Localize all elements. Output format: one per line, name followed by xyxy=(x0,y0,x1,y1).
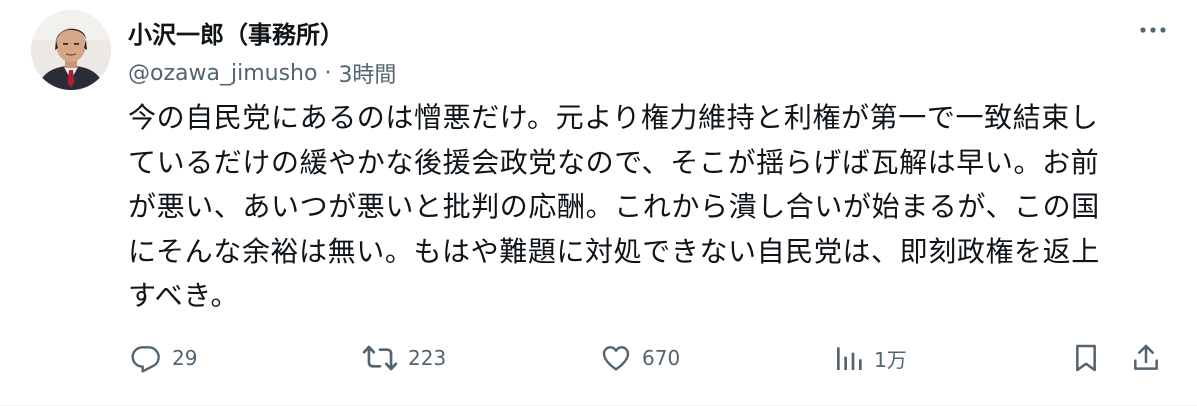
author-display-name[interactable]: 小沢一郎（事務所） xyxy=(128,15,344,50)
reply-button[interactable]: 29 xyxy=(130,336,197,380)
tweet-text-line: にそんな余裕は無い。もはや難題に対処できない自民党は、即刻政権を返上 xyxy=(128,234,1100,268)
views-count: 1万 xyxy=(874,347,907,372)
more-options-button[interactable] xyxy=(1135,16,1171,44)
author-handle[interactable]: @ozawa_jimusho xyxy=(128,61,317,86)
reply-count: 29 xyxy=(172,346,198,370)
tweet-text-line: が悪い、あいつが悪いと批判の応酬。これから潰し合いが始まるが、この国 xyxy=(128,190,1100,223)
retweet-button[interactable]: 223 xyxy=(362,336,446,380)
bookmark-icon xyxy=(1076,344,1096,372)
tweet-card[interactable]: 小沢一郎（事務所） @ozawa_jimusho · 3時間 今の自民党にあるの… xyxy=(0,0,1197,406)
tweet-action-bar: 29 223 670 1万 xyxy=(0,336,1197,380)
share-button[interactable] xyxy=(1130,336,1162,380)
avatar-image xyxy=(31,10,111,90)
tweet-timestamp[interactable]: 3時間 xyxy=(338,57,396,89)
bookmark-button[interactable] xyxy=(1070,336,1102,380)
heart-icon xyxy=(602,346,630,371)
tweet-text-line: すべき。 xyxy=(128,279,240,312)
views-icon xyxy=(837,347,862,370)
like-count: 670 xyxy=(642,346,681,370)
avatar[interactable] xyxy=(31,10,111,90)
author-meta-row: @ozawa_jimusho · 3時間 xyxy=(128,56,396,90)
like-button[interactable]: 670 xyxy=(600,336,680,380)
share-icon xyxy=(1134,344,1158,370)
views-button[interactable]: 1万 xyxy=(834,336,907,380)
meta-separator: · xyxy=(324,60,332,86)
retweet-count: 223 xyxy=(408,346,447,370)
retweet-icon xyxy=(362,345,398,371)
author-name-row: 小沢一郎（事務所） xyxy=(128,12,344,52)
tweet-text: 今の自民党にあるのは憎悪だけ。元より権力維持と利権が第一で一致結束し ているだけ… xyxy=(128,96,1168,319)
reply-icon xyxy=(131,346,160,373)
more-icon xyxy=(1140,27,1166,33)
tweet-text-line: 今の自民党にあるのは憎悪だけ。元より権力維持と利権が第一で一致結束し xyxy=(128,101,1099,134)
tweet-text-line: ているだけの緩やかな後援会政党なので、そこが揺らげば瓦解は早い。お前 xyxy=(128,145,1100,179)
